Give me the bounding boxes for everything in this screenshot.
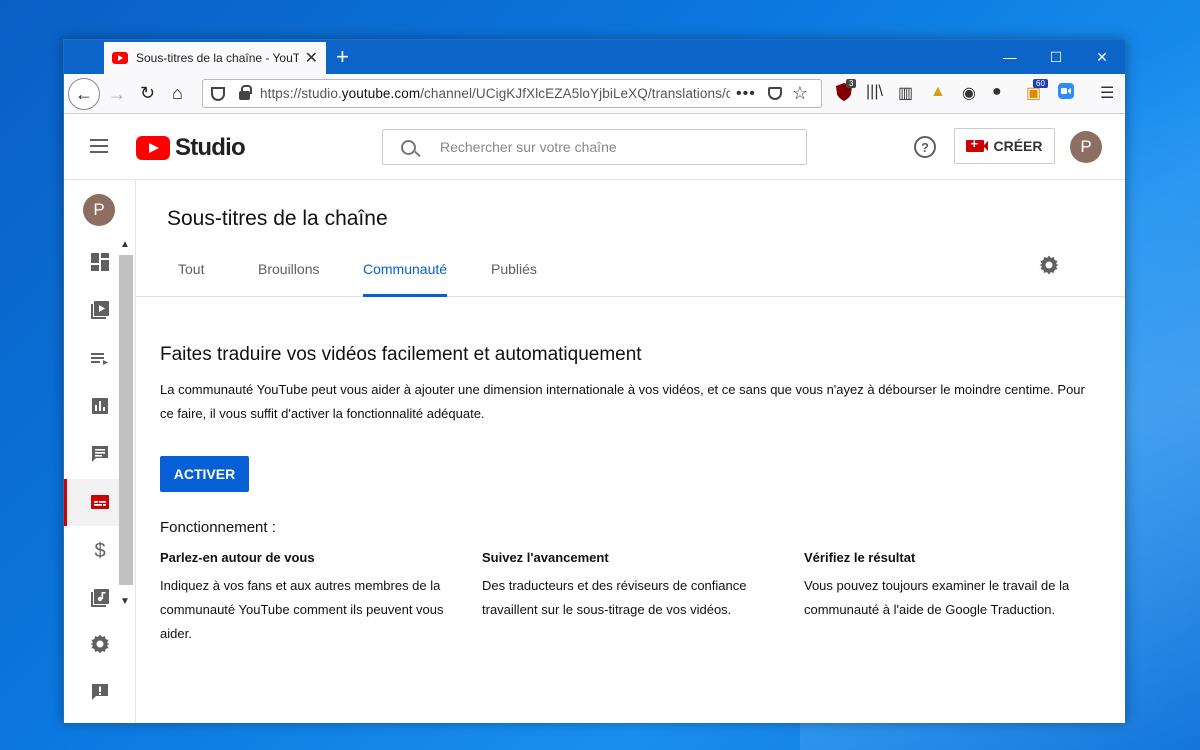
section-description: La communauté YouTube peut vous aider à …	[160, 382, 1085, 421]
minimize-icon[interactable]: —	[987, 40, 1033, 74]
sidebar: P ▲ ▼ $	[64, 180, 136, 723]
studio-logo[interactable]: Studio	[136, 134, 246, 162]
main-content: Sous-titres de la chaîne Tout Brouillons…	[136, 180, 1125, 723]
page-title: Sous-titres de la chaîne	[167, 207, 388, 230]
channel-avatar[interactable]: P	[83, 194, 115, 226]
step-column: Parlez-en autour de vous Indiquez à vos …	[160, 550, 460, 646]
extension-dots-icon[interactable]: ●	[992, 83, 1002, 101]
tab-drafts[interactable]: Brouillons	[258, 261, 319, 297]
comments-icon[interactable]	[90, 444, 110, 464]
zoom-extension-icon[interactable]	[1058, 83, 1074, 104]
back-arrow-icon[interactable]: ←	[68, 78, 100, 110]
title-bar: Sous-titres de la chaîne - YouTube ✕ + —…	[64, 40, 1125, 74]
browser-window: Sous-titres de la chaîne - YouTube ✕ + —…	[63, 39, 1126, 723]
forward-arrow-icon[interactable]: →	[108, 84, 126, 105]
videos-icon[interactable]	[90, 300, 110, 320]
youtube-play-icon	[136, 136, 170, 160]
playlists-icon[interactable]	[90, 348, 110, 368]
help-icon[interactable]: ?	[914, 136, 936, 158]
logo-text: Studio	[175, 134, 246, 161]
search-placeholder[interactable]: Rechercher sur votre chaîne	[440, 139, 617, 155]
reload-icon[interactable]: ↻	[140, 83, 155, 104]
section-title: Faites traduire vos vidéos facilement et…	[160, 344, 642, 365]
extension-badge: 60	[1033, 79, 1048, 88]
new-tab-icon[interactable]: +	[336, 44, 349, 70]
create-button[interactable]: CRÉER	[954, 128, 1055, 164]
library-icon[interactable]: |||\	[866, 83, 883, 101]
subtitles-icon[interactable]	[90, 492, 110, 512]
how-it-works-title: Fonctionnement :	[160, 519, 276, 536]
create-label: CRÉER	[993, 138, 1043, 154]
tab-title: Sous-titres de la chaîne - YouTube	[136, 51, 299, 65]
page-actions-icon[interactable]: •••	[736, 85, 756, 103]
scroll-up-icon[interactable]: ▲	[120, 239, 130, 250]
dashboard-icon[interactable]	[90, 252, 110, 272]
browser-tab[interactable]: Sous-titres de la chaîne - YouTube ✕	[104, 42, 326, 74]
tab-all[interactable]: Tout	[178, 261, 204, 297]
monetization-icon[interactable]: $	[90, 540, 110, 562]
step-column: Vérifiez le résultat Vous pouvez toujour…	[804, 550, 1104, 622]
browser-menu-icon[interactable]: ☰	[1100, 83, 1114, 103]
search-icon	[401, 139, 416, 155]
url-text[interactable]: https://studio.youtube.com/channel/UCigK…	[260, 86, 730, 101]
sidebar-toggle-icon[interactable]: ▥	[898, 83, 913, 103]
tracking-shield-icon[interactable]	[211, 86, 225, 101]
create-camera-icon	[966, 136, 989, 152]
navigation-bar: ← → ↻ ⌂ https://studio.youtube.com/chann…	[64, 74, 1125, 114]
extension-triangle-icon[interactable]: ▲	[930, 83, 946, 101]
audio-library-icon[interactable]	[90, 588, 110, 608]
tab-close-icon[interactable]: ✕	[305, 48, 318, 68]
ublock-badge: 3	[846, 79, 857, 88]
tab-published[interactable]: Publiés	[491, 261, 537, 297]
account-circle-icon[interactable]: ◉	[962, 83, 976, 103]
settings-gear-icon[interactable]	[1039, 255, 1059, 280]
youtube-favicon-icon	[112, 52, 128, 64]
step-title: Suivez l'avancement	[482, 550, 609, 565]
maximize-icon[interactable]: ☐	[1033, 40, 1079, 74]
active-item-indicator	[64, 479, 67, 526]
search-box[interactable]: Rechercher sur votre chaîne	[382, 129, 807, 165]
hamburger-menu-icon[interactable]	[90, 139, 108, 153]
account-avatar[interactable]: P	[1070, 131, 1102, 163]
address-bar[interactable]: https://studio.youtube.com/channel/UCigK…	[202, 79, 822, 108]
tab-bar: Tout Brouillons Communauté Publiés	[136, 261, 1125, 297]
bookmark-star-icon[interactable]: ☆	[792, 83, 808, 104]
studio-header: Studio Rechercher sur votre chaîne ? CRÉ…	[64, 114, 1125, 180]
feedback-icon[interactable]	[90, 682, 110, 702]
step-title: Parlez-en autour de vous	[160, 550, 315, 565]
step-text: Des traducteurs et des réviseurs de conf…	[482, 578, 747, 617]
tab-community[interactable]: Communauté	[363, 261, 448, 297]
step-text: Indiquez à vos fans et aux autres membre…	[160, 578, 444, 641]
lock-icon[interactable]	[239, 85, 252, 100]
activate-button[interactable]: ACTIVER	[160, 456, 249, 492]
analytics-icon[interactable]	[90, 396, 110, 416]
sidebar-scrollbar[interactable]	[119, 255, 133, 585]
scroll-down-icon[interactable]: ▼	[120, 596, 130, 607]
step-text: Vous pouvez toujours examiner le travail…	[804, 578, 1070, 617]
window-controls: — ☐ ✕	[987, 40, 1125, 74]
home-icon[interactable]: ⌂	[172, 83, 183, 104]
pocket-icon[interactable]	[767, 87, 782, 100]
step-title: Vérifiez le résultat	[804, 550, 916, 565]
settings-icon[interactable]	[90, 634, 110, 654]
step-column: Suivez l'avancement Des traducteurs et d…	[482, 550, 782, 622]
close-window-icon[interactable]: ✕	[1079, 40, 1125, 74]
